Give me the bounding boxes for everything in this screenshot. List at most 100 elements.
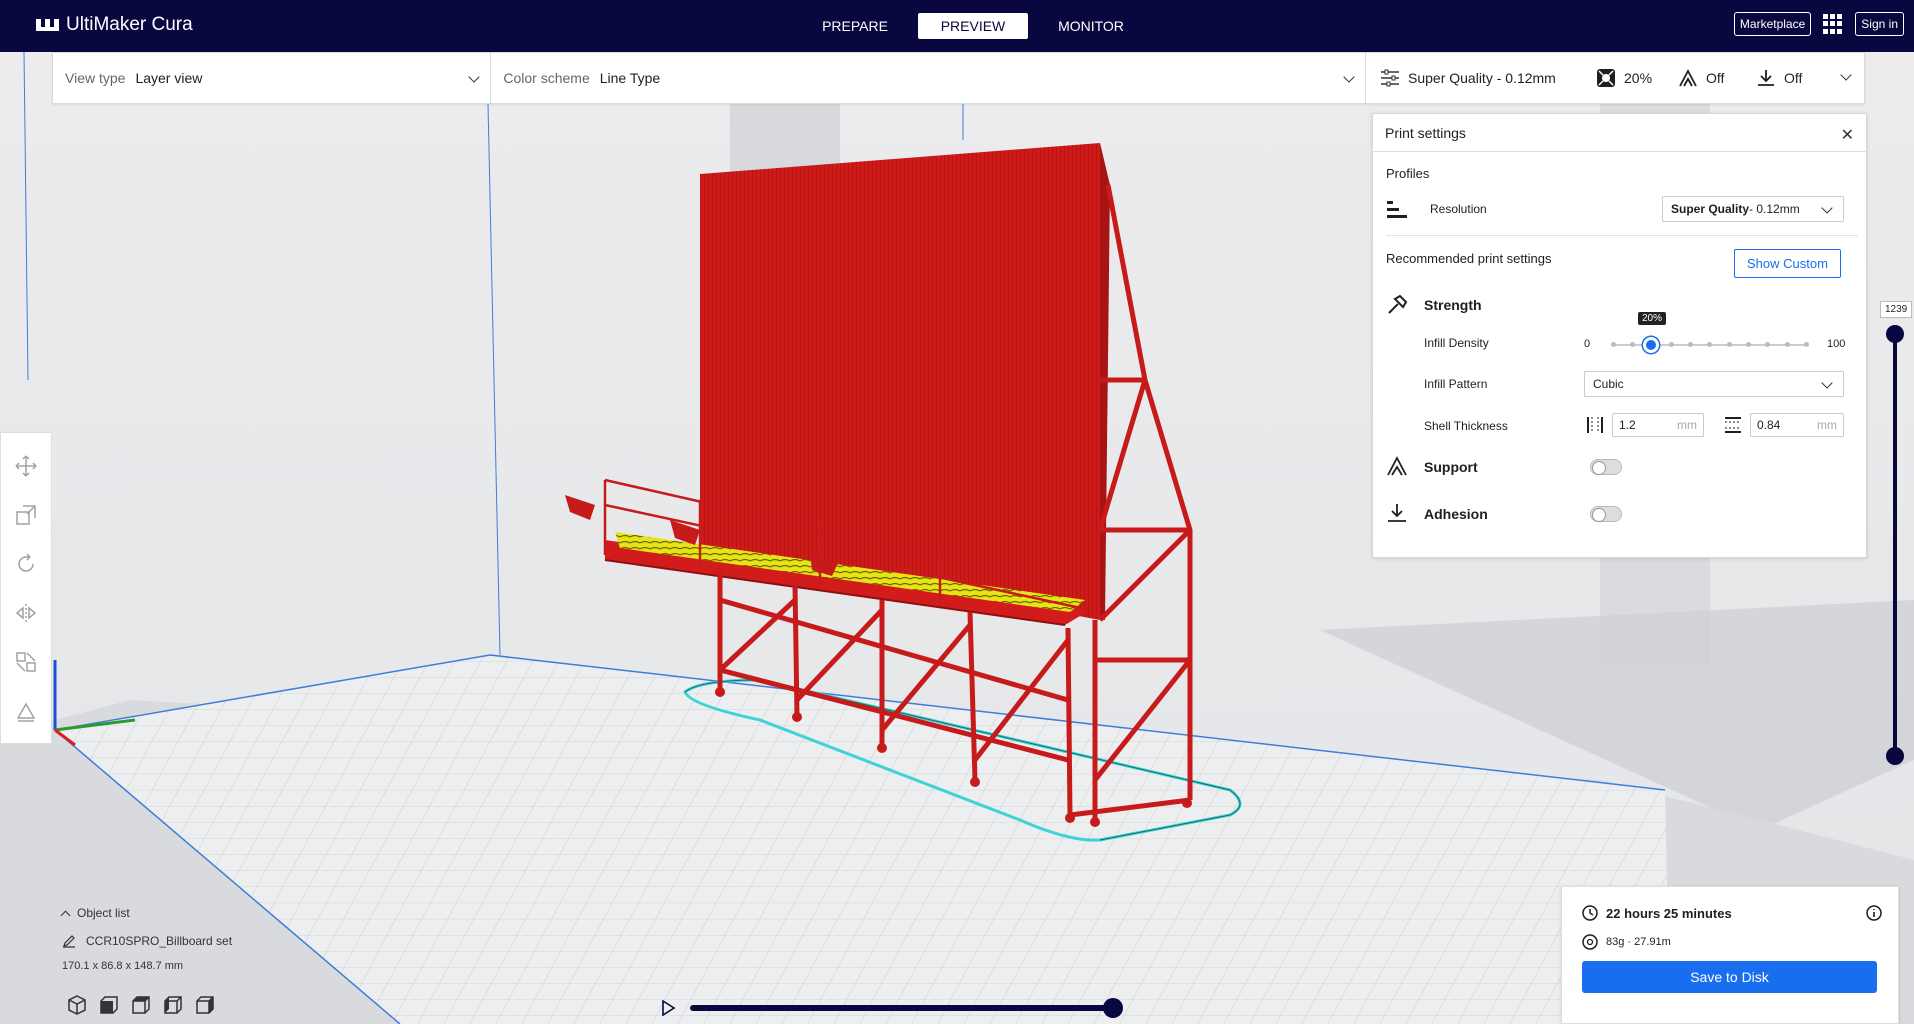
infill-pattern-label: Infill Pattern (1424, 377, 1488, 391)
tool-sidebar (0, 432, 52, 744)
profile-summary: Super Quality - 0.12mm (1408, 70, 1556, 86)
resolution-value-name: Super Quality (1671, 202, 1750, 216)
layer-slider-track[interactable] (1893, 335, 1897, 757)
divider (1386, 235, 1858, 236)
save-to-disk-button[interactable]: Save to Disk (1582, 961, 1877, 993)
apps-grid-icon[interactable] (1823, 14, 1843, 34)
rotate-tool-icon[interactable] (15, 552, 37, 575)
shell-thickness-label: Shell Thickness (1424, 419, 1508, 433)
infill-pattern-value: Cubic (1593, 377, 1624, 391)
pencil-icon (63, 935, 75, 948)
per-model-settings-icon[interactable] (15, 651, 37, 673)
object-list-toggle[interactable]: Object list (60, 906, 232, 920)
sign-in-button[interactable]: Sign in (1855, 12, 1904, 36)
support-toggle[interactable] (1590, 459, 1622, 475)
front-view-icon[interactable] (98, 994, 120, 1016)
adhesion-toggle[interactable] (1590, 506, 1622, 522)
info-icon[interactable] (1866, 905, 1882, 921)
adhesion-summary: Off (1756, 68, 1826, 88)
color-scheme-label: Color scheme (503, 70, 590, 86)
hammer-icon (1388, 294, 1408, 314)
resolution-dropdown[interactable]: Super Quality - 0.12mm (1662, 196, 1844, 222)
print-output-panel: 22 hours 25 minutes 83g · 27.91m Save to… (1561, 886, 1899, 1024)
tab-monitor[interactable]: MONITOR (1036, 13, 1146, 39)
print-setup-selector[interactable]: Super Quality - 0.12mm 20% Off Off (1366, 53, 1864, 103)
resolution-label: Resolution (1430, 202, 1487, 216)
marketplace-button[interactable]: Marketplace (1733, 12, 1812, 36)
wall-thickness-input[interactable]: 1.2 mm (1612, 413, 1704, 437)
resolution-icon (1387, 201, 1407, 218)
layer-slider-top-handle[interactable] (1886, 325, 1904, 343)
layer-path-handle[interactable] (1103, 998, 1123, 1018)
object-list: Object list CCR10SPRO_Billboard set 170.… (60, 906, 232, 972)
top-view-icon[interactable] (130, 994, 152, 1016)
color-scheme-dropdown[interactable]: Color scheme Line Type (491, 53, 1366, 103)
infill-density-handle[interactable] (1643, 337, 1659, 353)
header-actions: Marketplace Sign in (1733, 12, 1904, 36)
adhesion-icon (1758, 70, 1774, 86)
ultimaker-logo-icon (36, 19, 59, 31)
support-blocker-icon[interactable] (15, 700, 37, 722)
top-bottom-thickness-icon (1725, 417, 1741, 433)
top-bottom-thickness-unit: mm (1817, 418, 1837, 432)
tab-prepare[interactable]: PREPARE (800, 13, 910, 39)
layer-number-label[interactable]: 1239 (1880, 301, 1913, 318)
object-name-row[interactable]: CCR10SPRO_Billboard set (62, 934, 232, 948)
left-view-icon[interactable] (162, 994, 184, 1016)
tab-preview[interactable]: PREVIEW (918, 13, 1028, 39)
print-time-row: 22 hours 25 minutes (1582, 905, 1732, 921)
3d-view-icon[interactable] (66, 994, 88, 1016)
camera-view-buttons (66, 994, 216, 1016)
chevron-up-icon (60, 910, 71, 920)
layer-path-slider[interactable] (690, 1005, 1112, 1011)
app-logo: UltiMaker Cura (36, 14, 193, 36)
close-icon[interactable]: ✕ (1841, 125, 1854, 145)
view-type-dropdown[interactable]: View type Layer view (53, 53, 492, 103)
support-heading: Support (1424, 459, 1478, 475)
wall-thickness-icon (1587, 417, 1603, 433)
infill-density-slider[interactable] (1611, 342, 1809, 347)
adhesion-heading: Adhesion (1424, 506, 1488, 522)
show-custom-button[interactable]: Show Custom (1734, 249, 1841, 278)
object-dimensions: 170.1 x 86.8 x 148.7 mm (62, 960, 184, 972)
infill-min-label: 0 (1584, 338, 1591, 350)
play-icon[interactable] (660, 1000, 676, 1016)
infill-icon (1597, 69, 1615, 87)
support-icon (1679, 69, 1697, 87)
infill-summary-value: 20% (1624, 70, 1653, 86)
object-list-label: Object list (77, 906, 130, 920)
panel-title: Print settings (1373, 114, 1866, 152)
app-name: UltiMaker Cura (66, 14, 193, 35)
chevron-down-icon (1343, 71, 1355, 83)
material-usage: 83g · 27.91m (1606, 936, 1671, 948)
settings-sliders-icon (1381, 69, 1399, 87)
recommended-heading: Recommended print settings (1386, 251, 1552, 266)
view-type-value: Layer view (135, 70, 203, 86)
support-summary-value: Off (1706, 70, 1725, 86)
support-summary: Off (1678, 68, 1748, 88)
layer-slider-bottom-handle[interactable] (1886, 747, 1904, 765)
top-bottom-thickness-input[interactable]: 0.84 mm (1750, 413, 1844, 437)
infill-pattern-dropdown[interactable]: Cubic (1584, 371, 1844, 397)
adhesion-icon (1388, 504, 1406, 522)
chevron-down-icon (468, 71, 481, 83)
mirror-tool-icon[interactable] (15, 602, 37, 624)
resolution-value-layer: - 0.12mm (1749, 202, 1800, 216)
chevron-down-icon (1840, 69, 1852, 81)
wall-thickness-value: 1.2 (1619, 418, 1636, 432)
move-tool-icon[interactable] (15, 454, 37, 477)
infill-max-label: 100 (1827, 338, 1846, 350)
infill-summary: 20% (1596, 68, 1670, 88)
stage-tabs: PREPARE PREVIEW MONITOR (800, 13, 1146, 39)
top-bottom-thickness-value: 0.84 (1757, 418, 1781, 432)
view-type-label: View type (65, 70, 126, 86)
right-view-icon[interactable] (194, 994, 216, 1016)
app-header: UltiMaker Cura PREPARE PREVIEW MONITOR M… (0, 0, 1914, 52)
chevron-down-icon (1821, 377, 1833, 389)
infill-density-label: Infill Density (1424, 336, 1489, 350)
scale-tool-icon[interactable] (15, 504, 37, 526)
support-icon (1387, 456, 1407, 476)
strength-heading: Strength (1424, 297, 1482, 313)
adhesion-summary-value: Off (1784, 70, 1803, 86)
view-toolbar: View type Layer view Color scheme Line T… (52, 52, 1865, 104)
